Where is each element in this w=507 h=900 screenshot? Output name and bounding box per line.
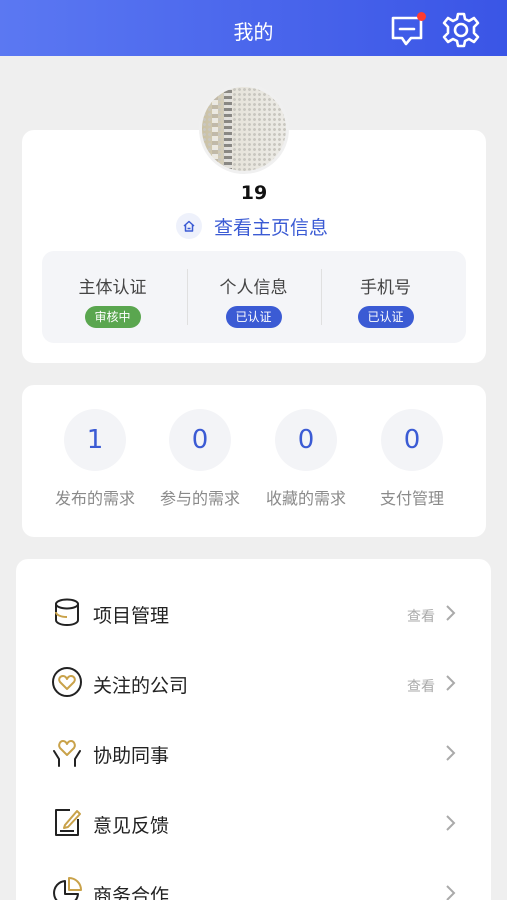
view-homepage-label: 查看主页信息 xyxy=(214,216,329,239)
database-icon xyxy=(55,598,79,627)
pie-chart-icon xyxy=(53,877,82,900)
top-navigation-bar: 我的 xyxy=(0,0,507,56)
menu-label: 项目管理 xyxy=(93,605,170,627)
cert-entity[interactable]: 主体认证 审核中 xyxy=(42,251,183,343)
menu-hint: 查看 xyxy=(407,679,435,695)
menu-item-project-management[interactable]: 项目管理 查看 xyxy=(16,581,491,651)
home-icon xyxy=(176,213,202,239)
gear-icon[interactable] xyxy=(441,10,481,50)
cert-label: 个人信息 xyxy=(219,278,288,298)
page-title: 我的 xyxy=(233,20,274,44)
cert-label: 手机号 xyxy=(360,278,411,298)
stat-count: 0 xyxy=(381,409,443,471)
menu-item-business-cooperation[interactable]: 商务合作 xyxy=(16,861,491,900)
stat-favorite-demands[interactable]: 0 收藏的需求 xyxy=(248,385,364,537)
menu-label: 意见反馈 xyxy=(93,815,170,837)
username: 19 xyxy=(240,182,268,204)
chevron-right-icon xyxy=(446,605,456,621)
menu-label: 商务合作 xyxy=(93,885,170,900)
status-badge: 审核中 xyxy=(84,306,141,328)
view-homepage-link[interactable]: 查看主页信息 xyxy=(176,212,328,240)
stat-label: 收藏的需求 xyxy=(265,489,346,508)
stat-label: 发布的需求 xyxy=(54,489,135,508)
stat-count: 0 xyxy=(275,409,337,471)
menu-list: 项目管理 查看 关注的公司 查看 协助同事 意见反馈 商务合作 xyxy=(16,559,491,900)
cert-personal-info[interactable]: 个人信息 已认证 xyxy=(183,251,324,343)
avatar[interactable] xyxy=(199,84,289,174)
stat-label: 参与的需求 xyxy=(159,489,240,508)
menu-item-assist-colleagues[interactable]: 协助同事 xyxy=(16,721,491,791)
stat-count: 0 xyxy=(169,409,231,471)
stat-label: 支付管理 xyxy=(379,489,444,508)
chevron-right-icon xyxy=(446,675,456,691)
stat-count: 1 xyxy=(64,409,126,471)
feedback-edit-icon xyxy=(55,809,81,836)
chevron-right-icon xyxy=(446,815,456,831)
chevron-right-icon xyxy=(446,885,456,900)
menu-hint: 查看 xyxy=(407,609,435,625)
cert-label: 主体认证 xyxy=(78,278,147,298)
cert-phone[interactable]: 手机号 已认证 xyxy=(315,251,456,343)
heart-hands-icon xyxy=(53,740,81,767)
unread-dot xyxy=(417,12,426,21)
menu-item-feedback[interactable]: 意见反馈 xyxy=(16,791,491,861)
stat-payment-management[interactable]: 0 支付管理 xyxy=(354,385,470,537)
menu-item-followed-companies[interactable]: 关注的公司 查看 xyxy=(16,651,491,721)
menu-label: 关注的公司 xyxy=(93,675,189,697)
heart-circle-icon xyxy=(52,667,82,697)
status-badge: 已认证 xyxy=(225,306,282,328)
stat-published-demands[interactable]: 1 发布的需求 xyxy=(37,385,153,537)
status-badge: 已认证 xyxy=(357,306,414,328)
chevron-right-icon xyxy=(446,745,456,761)
certification-panel: 主体认证 审核中 个人信息 已认证 手机号 已认证 xyxy=(42,251,466,343)
stats-card: 1 发布的需求 0 参与的需求 0 收藏的需求 0 支付管理 xyxy=(22,385,486,537)
stat-joined-demands[interactable]: 0 参与的需求 xyxy=(142,385,258,537)
menu-label: 协助同事 xyxy=(93,745,170,767)
